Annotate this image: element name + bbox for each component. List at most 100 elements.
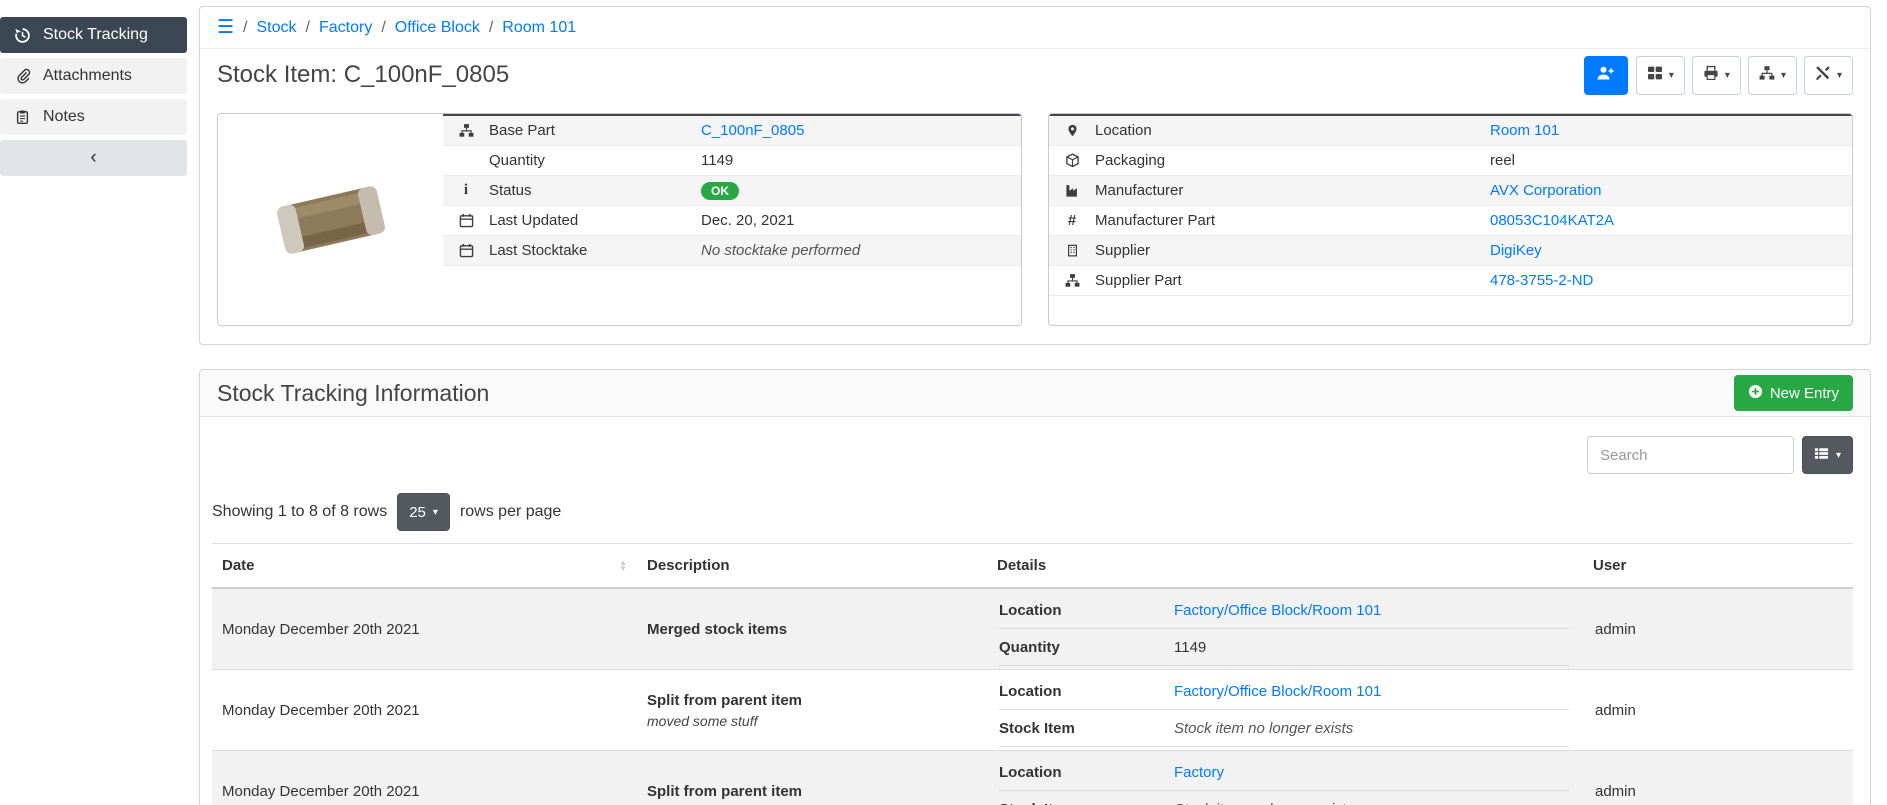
table-header-row: Date ▲▼ Description Details User <box>212 544 1853 589</box>
breadcrumb-link-office-block[interactable]: Office Block <box>395 19 480 37</box>
detail-label: Packaging <box>1095 152 1490 169</box>
location-link[interactable]: Factory <box>1174 764 1224 781</box>
toolbar-button-group: ▾ ▾ ▾ <box>1636 56 1853 95</box>
app-root: Stock Tracking Attachments Notes ‹ ☰ / S… <box>0 0 1887 805</box>
page-header: Stock Item: C_100nF_0805 ▾ <box>200 49 1870 101</box>
chevron-left-icon: ‹ <box>90 147 96 169</box>
breadcrumb-separator: / <box>381 19 385 37</box>
stock-summary-card: Base Part C_100nF_0805 Quantity 1149 i S… <box>217 113 1022 326</box>
manufacturer-link[interactable]: AVX Corporation <box>1490 182 1601 199</box>
page-title: Stock Item: C_100nF_0805 <box>217 61 509 89</box>
detail-label: Manufacturer Part <box>1095 212 1490 229</box>
column-header-date[interactable]: Date ▲▼ <box>212 544 637 589</box>
sidebar-item-label: Stock Tracking <box>43 26 148 44</box>
detail-row-last-updated: Last Updated Dec. 20, 2021 <box>443 206 1021 236</box>
stock-source-card: Location Room 101 Packaging reel <box>1048 113 1853 326</box>
page-size-value: 25 <box>409 504 426 521</box>
new-entry-label: New Entry <box>1770 385 1839 402</box>
calendar-icon <box>443 213 489 228</box>
detail-row-supplier: Supplier DigiKey <box>1049 236 1852 266</box>
edit-actions-button[interactable]: ▾ <box>1804 56 1853 95</box>
detail-row-last-stocktake: Last Stocktake No stocktake performed <box>443 236 1021 266</box>
tracking-body: ▾ Showing 1 to 8 of 8 rows 25 ▾ rows per… <box>200 436 1870 805</box>
menu-icon[interactable]: ☰ <box>217 18 234 37</box>
detail-sub-row: Stock Item Stock item no longer exists <box>999 710 1569 747</box>
detail-key: Location <box>999 764 1174 781</box>
cell-details: Location Factory Stock Item Stock item n… <box>987 751 1583 805</box>
collapse-sidebar-button[interactable]: ‹ <box>0 140 187 176</box>
cell-description: Merged stock items <box>637 588 987 670</box>
detail-sub-row: Location Factory <box>999 754 1569 791</box>
print-options-button[interactable]: ▾ <box>1692 56 1741 95</box>
detail-label: Manufacturer <box>1095 182 1490 199</box>
breadcrumb-link-room-101[interactable]: Room 101 <box>502 19 576 37</box>
assign-customer-button[interactable] <box>1584 56 1628 95</box>
detail-row-location: Location Room 101 <box>1049 116 1852 146</box>
breadcrumb: ☰ / Stock / Factory / Office Block / Roo… <box>200 7 1870 49</box>
table-row: Monday December 20th 2021 Split from par… <box>212 670 1853 751</box>
cell-date: Monday December 20th 2021 <box>212 588 637 670</box>
column-header-description: Description <box>637 544 987 589</box>
location-link[interactable]: Room 101 <box>1490 122 1559 139</box>
chevron-down-icon: ▾ <box>1781 70 1786 81</box>
cell-user: admin <box>1583 588 1853 670</box>
plus-circle-icon <box>1748 384 1763 403</box>
manufacturer-part-link[interactable]: 08053C104KAT2A <box>1490 212 1614 229</box>
pagination-info: Showing 1 to 8 of 8 rows 25 ▾ rows per p… <box>212 493 1853 531</box>
sidebar-item-attachments[interactable]: Attachments <box>0 58 187 94</box>
new-entry-button[interactable]: New Entry <box>1734 375 1853 411</box>
main-content: ☰ / Stock / Factory / Office Block / Roo… <box>199 6 1871 805</box>
last-updated-value: Dec. 20, 2021 <box>701 212 1021 229</box>
chevron-down-icon: ▾ <box>433 507 438 518</box>
breadcrumb-link-stock[interactable]: Stock <box>257 19 297 37</box>
stock-item-toolbar: ▾ ▾ ▾ <box>1584 56 1853 95</box>
detail-row-packaging: Packaging reel <box>1049 146 1852 176</box>
page-size-select[interactable]: 25 ▾ <box>397 493 450 531</box>
detail-sub-row: Stock Item Stock item no longer exists <box>999 791 1569 805</box>
detail-value: 1149 <box>1174 639 1206 656</box>
breadcrumb-separator: / <box>489 19 493 37</box>
detail-label: Quantity <box>489 152 701 169</box>
industry-icon <box>1049 183 1095 198</box>
supplier-part-link[interactable]: 478-3755-2-ND <box>1490 272 1593 289</box>
breadcrumb-link-factory[interactable]: Factory <box>319 19 372 37</box>
chevron-down-icon: ▾ <box>1669 70 1674 81</box>
showing-text: Showing 1 to 8 of 8 rows <box>212 503 387 521</box>
quantity-value: 1149 <box>701 152 1021 169</box>
sidebar-item-stock-tracking[interactable]: Stock Tracking <box>0 17 187 53</box>
column-header-details: Details <box>987 544 1583 589</box>
stock-summary-table: Base Part C_100nF_0805 Quantity 1149 i S… <box>443 114 1021 266</box>
tools-icon <box>1815 65 1831 85</box>
sidebar-item-notes[interactable]: Notes <box>0 99 187 135</box>
rows-per-page-text: rows per page <box>460 503 561 521</box>
detail-label: Status <box>489 182 701 199</box>
chevron-down-icon: ▾ <box>1836 450 1841 461</box>
table-row: Monday December 20th 2021 Merged stock i… <box>212 588 1853 670</box>
detail-row-manufacturer-part: # Manufacturer Part 08053C104KAT2A <box>1049 206 1852 236</box>
cell-user: admin <box>1583 751 1853 805</box>
location-link[interactable]: Factory/Office Block/Room 101 <box>1174 602 1381 619</box>
chevron-down-icon: ▾ <box>1837 70 1842 81</box>
detail-key: Stock Item <box>999 801 1174 805</box>
part-thumbnail[interactable] <box>218 114 443 325</box>
breadcrumb-separator: / <box>243 19 247 37</box>
column-header-user: User <box>1583 544 1853 589</box>
view-options-button[interactable]: ▾ <box>1636 56 1685 95</box>
detail-row-manufacturer: Manufacturer AVX Corporation <box>1049 176 1852 206</box>
detail-sub-row: Quantity 1149 <box>999 629 1569 666</box>
detail-label: Base Part <box>489 122 701 139</box>
supplier-link[interactable]: DigiKey <box>1490 242 1542 259</box>
sitemap-icon <box>1049 273 1095 288</box>
search-input[interactable] <box>1587 436 1794 474</box>
columns-button[interactable]: ▾ <box>1802 436 1853 474</box>
sidebar-item-label: Attachments <box>43 67 132 85</box>
table-row: Monday December 20th 2021 Split from par… <box>212 751 1853 805</box>
building-icon <box>1049 243 1095 258</box>
base-part-link[interactable]: C_100nF_0805 <box>701 122 804 139</box>
stock-actions-button[interactable]: ▾ <box>1748 56 1797 95</box>
location-link[interactable]: Factory/Office Block/Room 101 <box>1174 683 1381 700</box>
stock-tracking-panel: Stock Tracking Information New Entry ▾ <box>199 369 1871 805</box>
detail-value: Stock item no longer exists <box>1174 720 1353 737</box>
detail-sub-row: Location Factory/Office Block/Room 101 <box>999 673 1569 710</box>
history-icon <box>13 27 32 44</box>
